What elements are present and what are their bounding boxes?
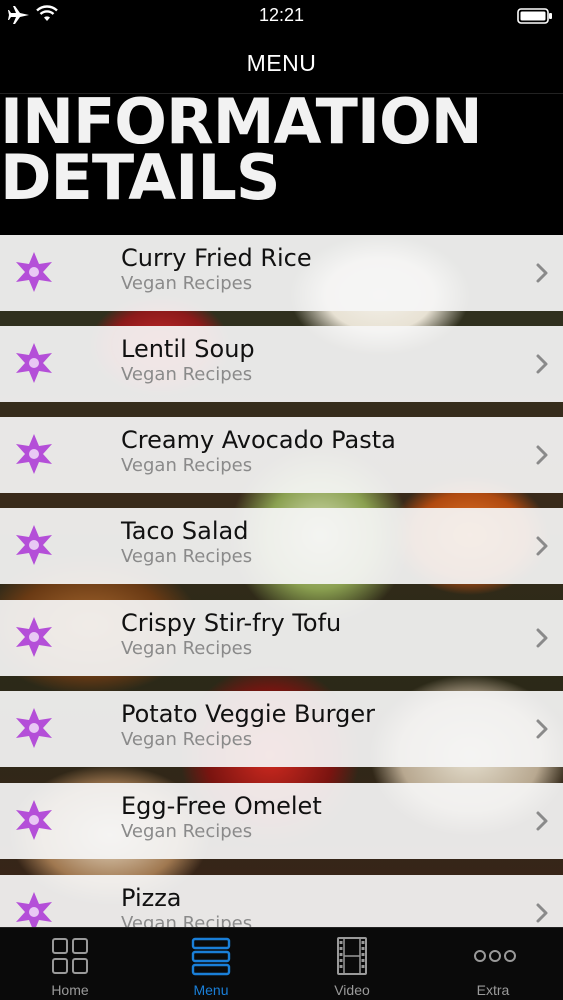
list-item-title: Creamy Avocado Pasta bbox=[121, 426, 396, 454]
chevron-right-icon bbox=[536, 903, 548, 923]
film-icon bbox=[337, 937, 367, 975]
tab-video[interactable]: Video bbox=[282, 928, 422, 1000]
star-icon bbox=[16, 343, 52, 383]
star-icon bbox=[16, 525, 52, 565]
more-icon bbox=[474, 950, 516, 962]
chevron-right-icon bbox=[536, 263, 548, 283]
star-icon bbox=[16, 434, 52, 474]
list-item[interactable]: Pizza Vegan Recipes bbox=[0, 875, 563, 927]
star-icon bbox=[16, 708, 52, 748]
battery-icon bbox=[517, 8, 552, 24]
list-item-title: Pizza bbox=[121, 884, 182, 912]
star-icon bbox=[16, 892, 52, 927]
tab-home-label: Home bbox=[51, 982, 89, 998]
chevron-right-icon bbox=[536, 811, 548, 831]
list-item[interactable]: Egg-Free Omelet Vegan Recipes bbox=[0, 783, 563, 859]
list-item-title: Crispy Stir-fry Tofu bbox=[121, 609, 342, 637]
list-item-title: Potato Veggie Burger bbox=[121, 700, 375, 728]
star-icon bbox=[16, 800, 52, 840]
list-item-subtitle: Vegan Recipes bbox=[121, 546, 253, 567]
list-item-subtitle: Vegan Recipes bbox=[121, 821, 253, 842]
star-icon bbox=[16, 617, 52, 657]
status-time: 12:21 bbox=[258, 5, 305, 25]
list-item-subtitle: Vegan Recipes bbox=[121, 913, 253, 927]
list-item-title: Lentil Soup bbox=[121, 335, 255, 363]
grid-icon bbox=[52, 938, 88, 974]
list-item[interactable]: Lentil Soup Vegan Recipes bbox=[0, 326, 563, 402]
recipe-list[interactable]: Curry Fried Rice Vegan Recipes Lentil Soup… bbox=[0, 235, 563, 927]
tab-extra[interactable]: Extra bbox=[423, 928, 563, 1000]
list-item-subtitle: Vegan Recipes bbox=[121, 455, 253, 476]
tab-home[interactable]: Home bbox=[0, 928, 140, 1000]
list-item[interactable]: Curry Fried Rice Vegan Recipes bbox=[0, 235, 563, 311]
list-item-subtitle: Vegan Recipes bbox=[121, 638, 253, 659]
nav-title: MENU bbox=[246, 50, 317, 76]
list-item-subtitle: Vegan Recipes bbox=[121, 364, 253, 385]
list-item-subtitle: Vegan Recipes bbox=[121, 729, 253, 750]
list-item[interactable]: Crispy Stir-fry Tofu Vegan Recipes bbox=[0, 600, 563, 676]
list-item-subtitle: Vegan Recipes bbox=[121, 273, 253, 294]
list-icon bbox=[191, 937, 231, 976]
chevron-right-icon bbox=[536, 445, 548, 465]
chevron-right-icon bbox=[536, 354, 548, 374]
list-item[interactable]: Taco Salad Vegan Recipes bbox=[0, 508, 563, 584]
chevron-right-icon bbox=[536, 536, 548, 556]
chevron-right-icon bbox=[536, 628, 548, 648]
list-item[interactable]: Potato Veggie Burger Vegan Recipes bbox=[0, 691, 563, 767]
list-item-title: Curry Fried Rice bbox=[121, 244, 312, 272]
chevron-right-icon bbox=[536, 719, 548, 739]
tab-extra-label: Extra bbox=[476, 982, 510, 998]
tab-menu-label: Menu bbox=[193, 982, 229, 998]
tab-menu[interactable]: Menu bbox=[141, 928, 281, 1000]
tab-bar: Home Menu Video Extra bbox=[0, 927, 563, 1000]
list-item-title: Egg-Free Omelet bbox=[121, 792, 322, 820]
list-item[interactable]: Creamy Avocado Pasta Vegan Recipes bbox=[0, 417, 563, 493]
navigation-bar: MENU bbox=[0, 34, 563, 94]
tab-video-label: Video bbox=[334, 982, 370, 998]
star-icon bbox=[16, 252, 52, 292]
list-item-title: Taco Salad bbox=[121, 517, 249, 545]
status-bar: 12:21 bbox=[0, 0, 563, 34]
header-banner: INFORMATION DETAILS bbox=[0, 95, 563, 235]
header-title-line2: DETAILS bbox=[0, 141, 281, 214]
